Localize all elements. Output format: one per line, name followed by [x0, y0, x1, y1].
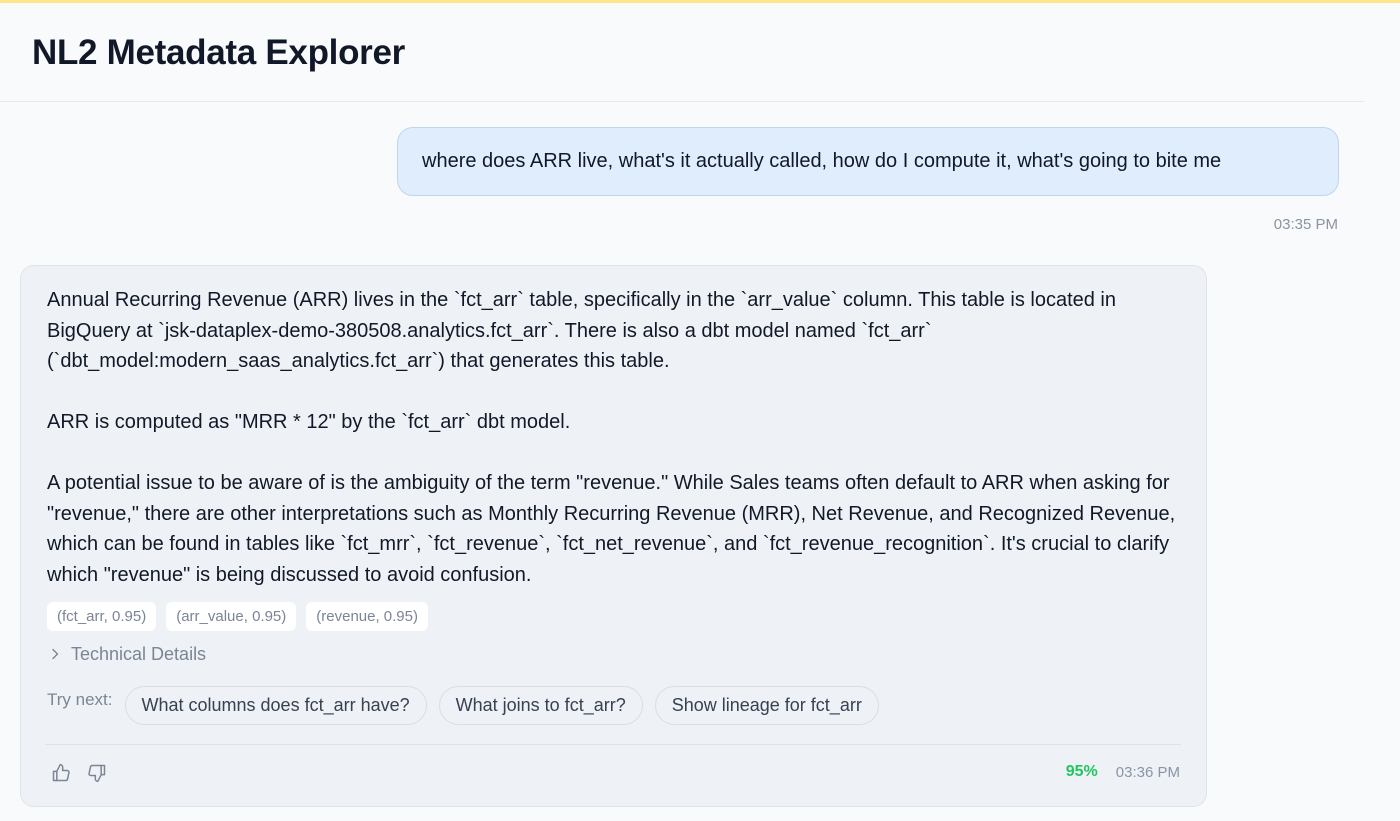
suggestion-chip-lineage[interactable]: Show lineage for fct_arr	[654, 686, 879, 725]
try-next-row: Try next: What columns does fct_arr have…	[47, 686, 879, 725]
assistant-message-timestamp: 03:36 PM	[1115, 763, 1180, 781]
entity-tag: (revenue, 0.95)	[306, 602, 428, 631]
card-divider	[45, 744, 1181, 745]
assistant-answer: Annual Recurring Revenue (ARR) lives in …	[47, 285, 1187, 590]
answer-paragraph: A potential issue to be aware of is the …	[47, 472, 1176, 586]
answer-paragraph: ARR is computed as "MRR * 12" by the `fc…	[47, 411, 571, 433]
suggestion-chip-joins[interactable]: What joins to fct_arr?	[438, 686, 643, 725]
entity-tag: (arr_value, 0.95)	[166, 602, 297, 631]
feedback-buttons	[51, 763, 107, 783]
suggestion-list: What columns does fct_arr have? What joi…	[124, 686, 879, 725]
user-message-text: where does ARR live, what's it actually …	[422, 150, 1222, 172]
assistant-message-card: Annual Recurring Revenue (ARR) lives in …	[20, 265, 1207, 807]
entity-tag: (fct_arr, 0.95)	[47, 602, 157, 631]
entity-tags: (fct_arr, 0.95) (arr_value, 0.95) (reven…	[47, 602, 428, 631]
answer-paragraph: Annual Recurring Revenue (ARR) lives in …	[47, 289, 1116, 372]
user-message-bubble: where does ARR live, what's it actually …	[397, 127, 1339, 196]
thumbs-up-icon[interactable]	[51, 763, 71, 783]
suggestion-chip-columns[interactable]: What columns does fct_arr have?	[124, 686, 427, 725]
technical-details-label: Technical Details	[71, 644, 207, 664]
message-meta: 95% 03:36 PM	[1066, 763, 1180, 781]
page-title: NL2 Metadata Explorer	[32, 33, 405, 72]
user-message-timestamp: 03:35 PM	[1273, 216, 1338, 233]
try-next-label: Try next:	[47, 690, 113, 709]
thumbs-down-icon[interactable]	[87, 763, 107, 783]
technical-details-toggle[interactable]: Technical Details	[47, 644, 206, 665]
confidence-score: 95%	[1065, 763, 1098, 780]
chevron-right-icon	[47, 647, 63, 663]
app-header: NL2 Metadata Explorer	[0, 3, 1364, 102]
